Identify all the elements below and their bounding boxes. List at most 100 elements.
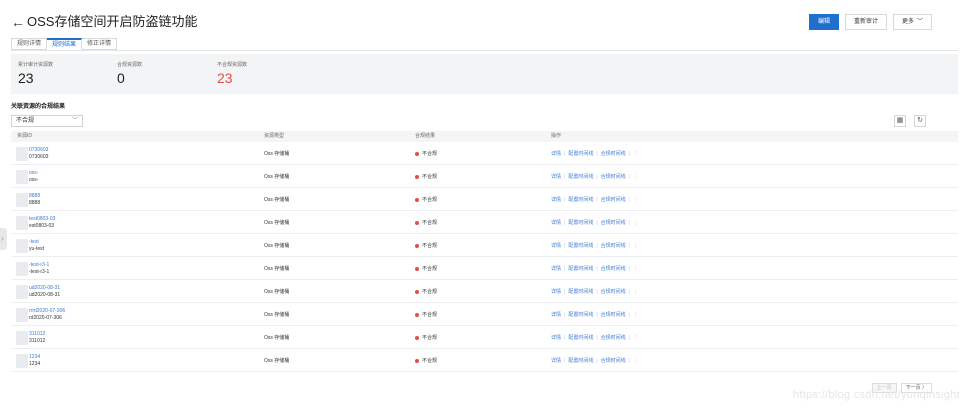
config-timeline-link[interactable]: 配置时间线 — [568, 174, 593, 180]
resource-name: 311012 — [29, 338, 46, 344]
compliance-timeline-link[interactable]: 合规时间线 — [601, 151, 626, 157]
details-link[interactable]: 详情 — [551, 174, 561, 180]
config-timeline-link[interactable]: 配置时间线 — [568, 243, 593, 249]
separator: | — [564, 266, 566, 272]
more-actions-icon[interactable]: ⋮ — [633, 197, 638, 203]
more-actions-icon[interactable]: ⋮ — [633, 358, 638, 364]
separator: | — [596, 151, 598, 157]
more-actions-icon[interactable]: ⋮ — [633, 266, 638, 272]
details-link[interactable]: 详情 — [551, 358, 561, 364]
compliance-timeline-link[interactable]: 合规时间线 — [601, 358, 626, 364]
resource-name: -test-r3-1 — [29, 269, 50, 275]
tab-rule-results[interactable]: 规则结果 — [47, 38, 83, 50]
resource-id-link[interactable]: 8888 — [29, 193, 40, 199]
resource-name: 0730603 — [29, 154, 49, 160]
separator: | — [596, 335, 598, 341]
config-timeline-link[interactable]: 配置时间线 — [568, 151, 593, 157]
resource-id-link[interactable]: test0803-03 — [29, 216, 55, 222]
resource-type: Oss 存储桶 — [264, 243, 290, 249]
stat-compliant-value: 0 — [117, 70, 125, 86]
table-row: 311012 311012 Oss 存储桶 不合规 详情 | 配置时间线 | 合规时间线 | ⋮ — [11, 326, 958, 349]
details-link[interactable]: 详情 — [551, 289, 561, 295]
more-actions-icon[interactable]: ⋮ — [633, 335, 638, 341]
compliance-timeline-link[interactable]: 合规时间线 — [601, 289, 626, 295]
more-actions-icon[interactable]: ⋮ — [633, 243, 638, 249]
details-link[interactable]: 详情 — [551, 266, 561, 272]
back-arrow-icon[interactable]: ← — [11, 12, 25, 32]
compliance-filter-select[interactable]: 不合规 ﹀ — [11, 115, 83, 127]
resource-id-link[interactable]: rrrd2020-07-306 — [29, 308, 65, 314]
edit-button[interactable]: 编辑 — [808, 14, 839, 30]
resource-id-link[interactable]: 1234 — [29, 354, 40, 360]
page-title: OSS存储空间开启防盗链功能 — [27, 14, 198, 29]
stat-total-value: 23 — [18, 70, 34, 86]
status-dot-icon — [415, 151, 419, 156]
compliance-timeline-link[interactable]: 合规时间线 — [601, 197, 626, 203]
details-link[interactable]: 详情 — [551, 312, 561, 318]
more-actions-icon[interactable]: ⋮ — [633, 174, 638, 180]
resource-icon — [16, 216, 28, 230]
status-dot-icon — [415, 335, 419, 340]
details-link[interactable]: 详情 — [551, 243, 561, 249]
separator: | — [596, 358, 598, 364]
resource-id-link[interactable]: -test-r3-1 — [29, 262, 49, 268]
compliance-timeline-link[interactable]: 合规时间线 — [601, 335, 626, 341]
config-timeline-link[interactable]: 配置时间线 — [568, 289, 593, 295]
separator: | — [628, 289, 630, 295]
more-actions-icon[interactable]: ⋮ — [633, 151, 638, 157]
details-link[interactable]: 详情 — [551, 151, 561, 157]
compliance-timeline-link[interactable]: 合规时间线 — [601, 243, 626, 249]
resource-name: 1234 — [29, 361, 41, 367]
details-link[interactable]: 详情 — [551, 335, 561, 341]
config-timeline-link[interactable]: 配置时间线 — [568, 220, 593, 226]
row-actions: 详情 | 配置时间线 | 合规时间线 | ⋮ — [551, 220, 638, 226]
more-actions-icon[interactable]: ⋮ — [633, 289, 638, 295]
column-settings-button[interactable]: ▦ — [894, 115, 906, 127]
compliance-status: 不合规 — [415, 312, 437, 318]
collapse-handle[interactable]: › — [0, 228, 7, 250]
config-timeline-link[interactable]: 配置时间线 — [568, 197, 593, 203]
recheck-button[interactable]: 重新审计 — [844, 14, 887, 30]
resource-icon — [16, 308, 28, 322]
config-timeline-link[interactable]: 配置时间线 — [568, 312, 593, 318]
compliance-timeline-link[interactable]: 合规时间线 — [601, 174, 626, 180]
compliance-status: 不合规 — [415, 151, 437, 157]
separator: | — [596, 174, 598, 180]
details-link[interactable]: 详情 — [551, 220, 561, 226]
config-timeline-link[interactable]: 配置时间线 — [568, 335, 593, 341]
page-root: › ← OSS存储空间开启防盗链功能 编辑 重新审计 更多 ﹀ 规则详情 规则结果… — [0, 0, 972, 412]
row-actions: 详情 | 配置时间线 | 合规时间线 | ⋮ — [551, 151, 638, 157]
table-row: rrrd2020-07-306 rd2020-07-306 Oss 存储桶 不合规 详情… — [11, 303, 958, 326]
resource-id-link[interactable]: -test — [29, 239, 39, 245]
compliance-status-label: 不合规 — [422, 174, 438, 180]
more-button[interactable]: 更多 ﹀ — [892, 14, 932, 30]
compliance-status-label: 不合规 — [422, 289, 438, 295]
tab-bar: 规则详情 规则结果 修正详情 — [11, 38, 118, 50]
more-actions-icon[interactable]: ⋮ — [633, 220, 638, 226]
resource-id-link[interactable]: 0730603 — [29, 147, 48, 153]
more-actions-icon[interactable]: ⋮ — [633, 312, 638, 318]
refresh-button[interactable]: ↻ — [914, 115, 926, 127]
separator: | — [628, 358, 630, 364]
section-title: 关联资源的合规结果 — [11, 104, 66, 110]
resource-id-link[interactable]: ud2020-08-31 — [29, 285, 60, 291]
compliance-status-label: 不合规 — [422, 335, 438, 341]
compliance-status-label: 不合规 — [422, 151, 438, 157]
compliance-timeline-link[interactable]: 合规时间线 — [601, 220, 626, 226]
details-link[interactable]: 详情 — [551, 197, 561, 203]
stat-compliant-label: 合规资源数 — [117, 62, 143, 68]
tab-fix-details[interactable]: 修正详情 — [82, 38, 118, 50]
tab-rule-details[interactable]: 规则详情 — [11, 38, 48, 50]
separator: | — [596, 312, 598, 318]
separator: | — [596, 243, 598, 249]
separator: | — [596, 266, 598, 272]
resource-id-link[interactable]: oss- — [29, 170, 38, 176]
separator: | — [628, 197, 630, 203]
config-timeline-link[interactable]: 配置时间线 — [568, 266, 593, 272]
compliance-status: 不合规 — [415, 174, 437, 180]
header-resource-id: 资源ID — [17, 133, 33, 139]
compliance-timeline-link[interactable]: 合规时间线 — [601, 266, 626, 272]
config-timeline-link[interactable]: 配置时间线 — [568, 358, 593, 364]
resource-id-link[interactable]: 311012 — [29, 331, 45, 337]
compliance-timeline-link[interactable]: 合规时间线 — [601, 312, 626, 318]
